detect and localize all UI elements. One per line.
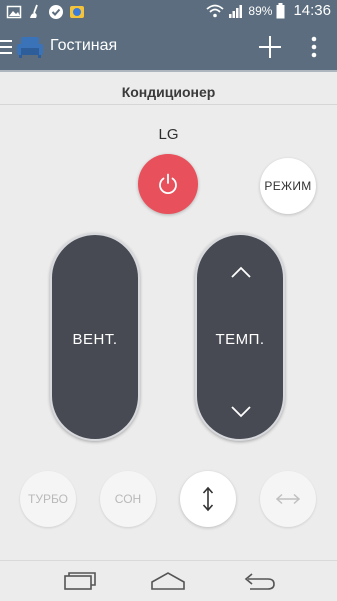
broom-icon	[30, 4, 38, 18]
back-icon[interactable]	[238, 569, 278, 593]
temperature-label: ТЕМП.	[215, 331, 265, 348]
horizontal-swing-button[interactable]	[260, 471, 316, 527]
vertical-arrows-icon	[202, 486, 214, 512]
temperature-control: ТЕМП.	[195, 233, 285, 441]
wifi-icon	[206, 4, 225, 17]
menu-icon[interactable]	[0, 37, 14, 57]
fan-label: ВЕНТ.	[72, 331, 118, 348]
sleep-label: СОН	[114, 492, 142, 506]
sofa-icon[interactable]	[16, 34, 44, 60]
chevron-down-icon[interactable]	[230, 405, 252, 419]
turbo-label: ТУРБО	[27, 492, 69, 506]
power-button[interactable]	[138, 154, 198, 214]
device-brand: LG	[158, 126, 179, 143]
chevron-up-icon[interactable]	[230, 265, 252, 279]
add-icon[interactable]	[255, 32, 285, 62]
turbo-button[interactable]: ТУРБО	[20, 471, 76, 527]
divider	[0, 104, 337, 105]
app-bar: Гостиная	[0, 24, 337, 70]
clock: 14:36	[293, 2, 331, 19]
more-icon[interactable]	[306, 32, 322, 62]
notification-icons	[6, 4, 85, 20]
signal-icon	[229, 4, 243, 18]
image-icon	[6, 5, 22, 19]
fan-control[interactable]: ВЕНТ.	[50, 233, 140, 441]
power-icon	[159, 173, 177, 195]
horizontal-arrows-icon	[275, 493, 301, 505]
status-bar: 89% 14:36	[0, 0, 337, 24]
home-icon[interactable]	[148, 569, 188, 593]
app-badge-icon	[70, 6, 84, 18]
check-shield-icon	[49, 5, 63, 19]
device-name: Кондиционер	[121, 84, 216, 100]
navigation-bar	[0, 560, 337, 601]
recent-apps-icon[interactable]	[60, 569, 100, 593]
battery-icon	[276, 2, 285, 18]
mode-label: РЕЖИМ	[264, 179, 312, 193]
remote-panel: Кондиционер LG РЕЖИМ ВЕНТ. ТЕМП. ТУРБО С…	[0, 72, 337, 560]
page-title: Гостиная	[50, 37, 118, 54]
vertical-swing-button[interactable]	[180, 471, 236, 527]
mode-button[interactable]: РЕЖИМ	[260, 158, 316, 214]
system-status: 89% 14:36	[206, 2, 331, 19]
sleep-button[interactable]: СОН	[100, 471, 156, 527]
battery-percent: 89%	[248, 3, 273, 18]
